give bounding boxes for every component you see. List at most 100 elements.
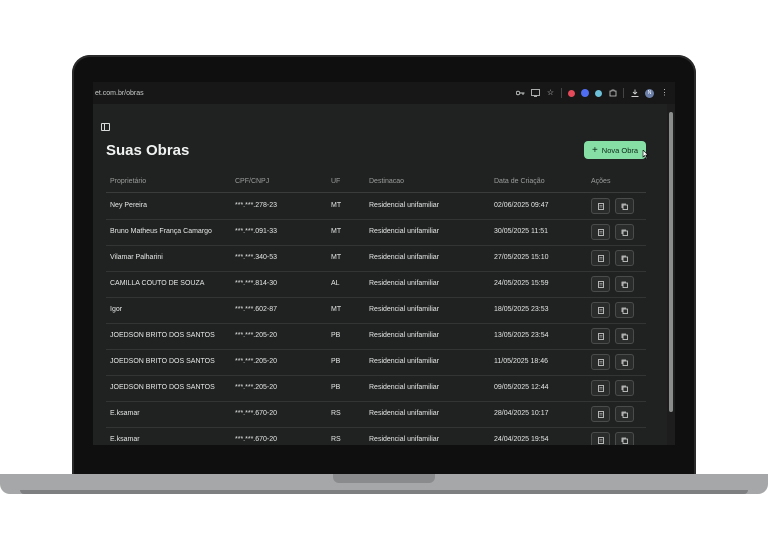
sidebar-toggle-icon[interactable] [101, 123, 110, 131]
table-row: JOEDSON BRITO DOS SANTOS ***.***.205-20 … [106, 323, 646, 350]
destination-cell: Residencial unifamiliar [369, 332, 440, 339]
cpf-cell: ***.***.205-20 [235, 332, 278, 339]
date-cell: 30/05/2025 11:51 [494, 228, 548, 235]
cpf-cell: ***.***.670-20 [235, 436, 278, 443]
owner-cell: E.ksamar [110, 410, 140, 417]
date-cell: 24/05/2025 15:59 [494, 280, 549, 287]
view-document-button[interactable] [591, 224, 610, 240]
uf-cell: MT [331, 228, 342, 235]
document-icon [597, 202, 604, 210]
date-cell: 02/06/2025 09:47 [494, 202, 549, 209]
menu-kebab-icon[interactable]: ⋮ [660, 89, 669, 98]
browser-window: et.com.br/obras ☆ N ⋮ Suas Obras + Nova … [93, 82, 675, 445]
document-icon [597, 228, 604, 236]
bookmark-star-icon[interactable]: ☆ [546, 89, 555, 98]
duplicate-button[interactable] [615, 224, 634, 240]
duplicate-button[interactable] [615, 328, 634, 344]
uf-cell: MT [331, 306, 342, 313]
view-document-button[interactable] [591, 276, 610, 292]
duplicate-button[interactable] [615, 380, 634, 396]
duplicate-button[interactable] [615, 302, 634, 318]
view-document-button[interactable] [591, 302, 610, 318]
destination-cell: Residencial unifamiliar [369, 436, 440, 443]
page-content: Suas Obras + Nova Obra Proprietário CPF/… [93, 104, 667, 445]
destination-cell: Residencial unifamiliar [369, 254, 440, 261]
cpf-cell: ***.***.670-20 [235, 410, 278, 417]
view-document-button[interactable] [591, 250, 610, 266]
copy-icon [621, 359, 628, 366]
uf-cell: PB [331, 384, 341, 391]
destination-cell: Residencial unifamiliar [369, 384, 440, 391]
cpf-cell: ***.***.205-20 [235, 384, 278, 391]
extension-teal-icon[interactable] [595, 89, 602, 97]
extension-blue-icon[interactable] [581, 89, 589, 97]
cast-icon[interactable] [531, 89, 540, 98]
document-icon [597, 254, 604, 262]
page-title: Suas Obras [106, 142, 190, 159]
download-icon[interactable] [630, 89, 639, 98]
view-document-button[interactable] [591, 328, 610, 344]
cpf-cell: ***.***.278-23 [235, 202, 278, 209]
laptop-base-shadow [20, 490, 748, 494]
cpf-cell: ***.***.340-53 [235, 254, 278, 261]
duplicate-button[interactable] [615, 432, 634, 445]
document-icon [597, 358, 604, 366]
document-icon [597, 410, 604, 418]
view-document-button[interactable] [591, 354, 610, 370]
profile-avatar[interactable]: N [645, 88, 654, 98]
table-row: E.ksamar ***.***.670-20 RS Residencial u… [106, 427, 646, 445]
column-header-cpf: CPF/CNPJ [235, 178, 270, 185]
extension-red-icon[interactable] [568, 89, 575, 97]
document-icon [597, 332, 604, 340]
date-cell: 24/04/2025 19:54 [494, 436, 549, 443]
owner-cell: JOEDSON BRITO DOS SANTOS [110, 384, 215, 391]
copy-icon [621, 333, 628, 340]
column-header-destination: Destinacao [369, 178, 405, 185]
copy-icon [621, 307, 628, 314]
browser-toolbar: et.com.br/obras ☆ N ⋮ [93, 82, 675, 104]
document-icon [597, 280, 604, 288]
table-row: Ney Pereira ***.***.278-23 MT Residencia… [106, 193, 646, 220]
browser-actions: ☆ N ⋮ [516, 88, 669, 98]
divider [561, 88, 562, 98]
plus-icon: + [591, 144, 598, 156]
uf-cell: RS [331, 410, 341, 417]
password-key-icon[interactable] [516, 89, 525, 98]
extensions-puzzle-icon[interactable] [608, 89, 617, 98]
copy-icon [621, 385, 628, 392]
view-document-button[interactable] [591, 432, 610, 445]
uf-cell: PB [331, 358, 341, 365]
destination-cell: Residencial unifamiliar [369, 306, 440, 313]
uf-cell: AL [331, 280, 340, 287]
table-row: Vilamar Palharini ***.***.340-53 MT Resi… [106, 245, 646, 272]
document-icon [597, 306, 604, 314]
destination-cell: Residencial unifamiliar [369, 202, 440, 209]
column-header-uf: UF [331, 178, 341, 185]
duplicate-button[interactable] [615, 250, 634, 266]
view-document-button[interactable] [591, 380, 610, 396]
table-row: E.ksamar ***.***.670-20 RS Residencial u… [106, 401, 646, 428]
mouse-cursor-icon [642, 150, 649, 160]
view-document-button[interactable] [591, 198, 610, 214]
destination-cell: Residencial unifamiliar [369, 228, 440, 235]
new-obra-label: Nova Obra [601, 145, 639, 155]
vertical-scrollbar[interactable] [667, 104, 675, 445]
cpf-cell: ***.***.814-30 [235, 280, 278, 287]
view-document-button[interactable] [591, 406, 610, 422]
scroll-thumb[interactable] [669, 112, 673, 412]
duplicate-button[interactable] [615, 354, 634, 370]
table-row: JOEDSON BRITO DOS SANTOS ***.***.205-20 … [106, 349, 646, 376]
duplicate-button[interactable] [615, 406, 634, 422]
address-bar[interactable]: et.com.br/obras [95, 90, 516, 97]
owner-cell: JOEDSON BRITO DOS SANTOS [110, 358, 215, 365]
duplicate-button[interactable] [615, 276, 634, 292]
new-obra-button[interactable]: + Nova Obra [584, 141, 646, 159]
cpf-cell: ***.***.205-20 [235, 358, 278, 365]
destination-cell: Residencial unifamiliar [369, 280, 440, 287]
owner-cell: CAMILLA COUTO DE SOUZA [110, 280, 205, 287]
date-cell: 09/05/2025 12:44 [494, 384, 549, 391]
destination-cell: Residencial unifamiliar [369, 358, 440, 365]
duplicate-button[interactable] [615, 198, 634, 214]
cpf-cell: ***.***.602-87 [235, 306, 278, 313]
date-cell: 18/05/2025 23:53 [494, 306, 549, 313]
